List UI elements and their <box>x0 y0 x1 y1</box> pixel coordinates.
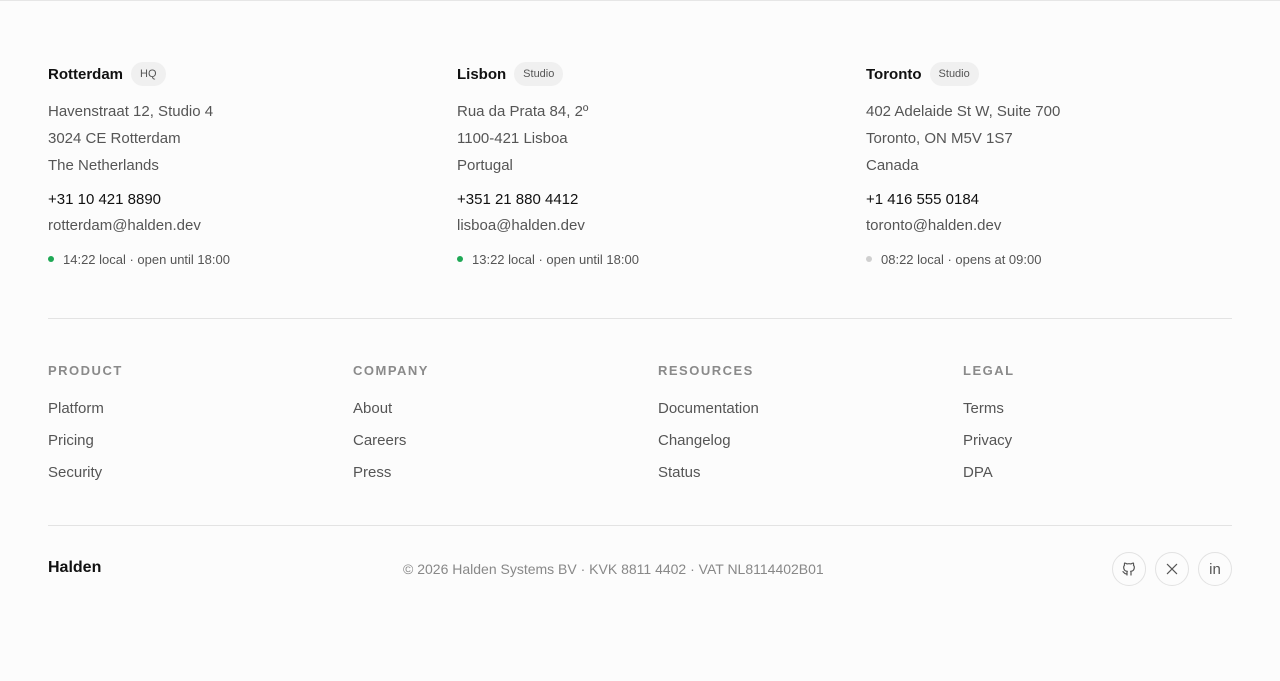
office-phone-link[interactable]: +351 21 880 4412 <box>457 187 866 213</box>
address-line: Toronto, ON M5V 1S7 <box>866 130 1013 147</box>
social-links: in <box>1103 552 1232 586</box>
footer-link-changelog[interactable]: Changelog <box>658 430 963 462</box>
footer-link-documentation[interactable]: Documentation <box>658 398 963 430</box>
footer-link-security[interactable]: Security <box>48 462 353 494</box>
status-text: 13:22 local · open until 18:00 <box>472 251 639 267</box>
github-icon <box>1121 561 1137 577</box>
footer-link-terms[interactable]: Terms <box>963 398 1232 430</box>
address-line: Canada <box>866 157 919 174</box>
footer-link-about[interactable]: About <box>353 398 658 430</box>
office-email-link[interactable]: lisboa@halden.dev <box>457 213 866 239</box>
office-status: 08:22 local · opens at 09:00 <box>866 249 1232 269</box>
footer-link-platform[interactable]: Platform <box>48 398 353 430</box>
address-line: Rua da Prata 84, 2º <box>457 103 589 120</box>
link-column-resources: RESOURCES Documentation Changelog Status <box>658 362 963 494</box>
x-icon <box>1165 562 1179 576</box>
status-dot-icon <box>48 256 54 262</box>
office-city: Rotterdam <box>48 65 124 83</box>
office-address: 402 Adelaide St W, Suite 700 Toronto, ON… <box>866 98 1232 179</box>
x-link[interactable] <box>1155 552 1189 586</box>
github-link[interactable] <box>1112 552 1146 586</box>
footer-bar: Halden © 2026 Halden Systems BV · KVK 88… <box>48 552 1232 586</box>
address-line: 1100-421 Lisboa <box>457 130 568 147</box>
column-title: COMPANY <box>353 363 429 378</box>
office-address: Havenstraat 12, Studio 4 3024 CE Rotterd… <box>48 98 457 179</box>
section-divider <box>48 525 1232 526</box>
link-column-product: PRODUCT Platform Pricing Security <box>48 362 353 494</box>
copyright-text: © 2026 Halden Systems BV · KVK 8811 4402… <box>403 561 824 577</box>
address-line: 3024 CE Rotterdam <box>48 130 181 147</box>
office-status: 13:22 local · open until 18:00 <box>457 249 866 269</box>
address-line: Portugal <box>457 157 513 174</box>
office-badge: HQ <box>131 62 166 86</box>
footer-link-pricing[interactable]: Pricing <box>48 430 353 462</box>
office-city: Toronto <box>866 65 922 83</box>
offices-section: Rotterdam HQ Havenstraat 12, Studio 4 30… <box>48 60 1232 269</box>
linkedin-link[interactable]: in <box>1198 552 1232 586</box>
office-phone-link[interactable]: +1 416 555 0184 <box>866 187 1232 213</box>
linkedin-icon: in <box>1209 560 1221 578</box>
footer-links: PRODUCT Platform Pricing Security COMPAN… <box>48 362 1232 494</box>
column-title: LEGAL <box>963 363 1015 378</box>
top-border <box>0 0 1280 1</box>
address-line: 402 Adelaide St W, Suite 700 <box>866 103 1061 120</box>
footer-link-careers[interactable]: Careers <box>353 430 658 462</box>
link-column-legal: LEGAL Terms Privacy DPA <box>963 362 1232 494</box>
status-text: 14:22 local · open until 18:00 <box>63 251 230 267</box>
office-badge: Studio <box>514 62 564 86</box>
column-title: RESOURCES <box>658 363 754 378</box>
office-city: Lisbon <box>457 65 507 83</box>
footer-link-press[interactable]: Press <box>353 462 658 494</box>
office-email-link[interactable]: rotterdam@halden.dev <box>48 213 457 239</box>
office-phone-link[interactable]: +31 10 421 8890 <box>48 187 457 213</box>
office-lisbon: Lisbon Studio Rua da Prata 84, 2º 1100-4… <box>457 60 866 269</box>
address-line: Havenstraat 12, Studio 4 <box>48 103 214 120</box>
office-rotterdam: Rotterdam HQ Havenstraat 12, Studio 4 30… <box>48 60 457 269</box>
footer-link-dpa[interactable]: DPA <box>963 462 1232 494</box>
brand-logo[interactable]: Halden <box>48 559 101 577</box>
office-toronto: Toronto Studio 402 Adelaide St W, Suite … <box>866 60 1232 269</box>
link-column-company: COMPANY About Careers Press <box>353 362 658 494</box>
office-badge: Studio <box>929 62 979 86</box>
office-status: 14:22 local · open until 18:00 <box>48 249 457 269</box>
status-dot-icon <box>866 256 872 262</box>
office-email-link[interactable]: toronto@halden.dev <box>866 213 1232 239</box>
status-dot-icon <box>457 256 463 262</box>
address-line: The Netherlands <box>48 157 159 174</box>
footer-link-status[interactable]: Status <box>658 462 963 494</box>
section-divider <box>48 318 1232 319</box>
column-title: PRODUCT <box>48 363 123 378</box>
status-text: 08:22 local · opens at 09:00 <box>881 251 1042 267</box>
office-address: Rua da Prata 84, 2º 1100-421 Lisboa Port… <box>457 98 866 179</box>
footer-link-privacy[interactable]: Privacy <box>963 430 1232 462</box>
